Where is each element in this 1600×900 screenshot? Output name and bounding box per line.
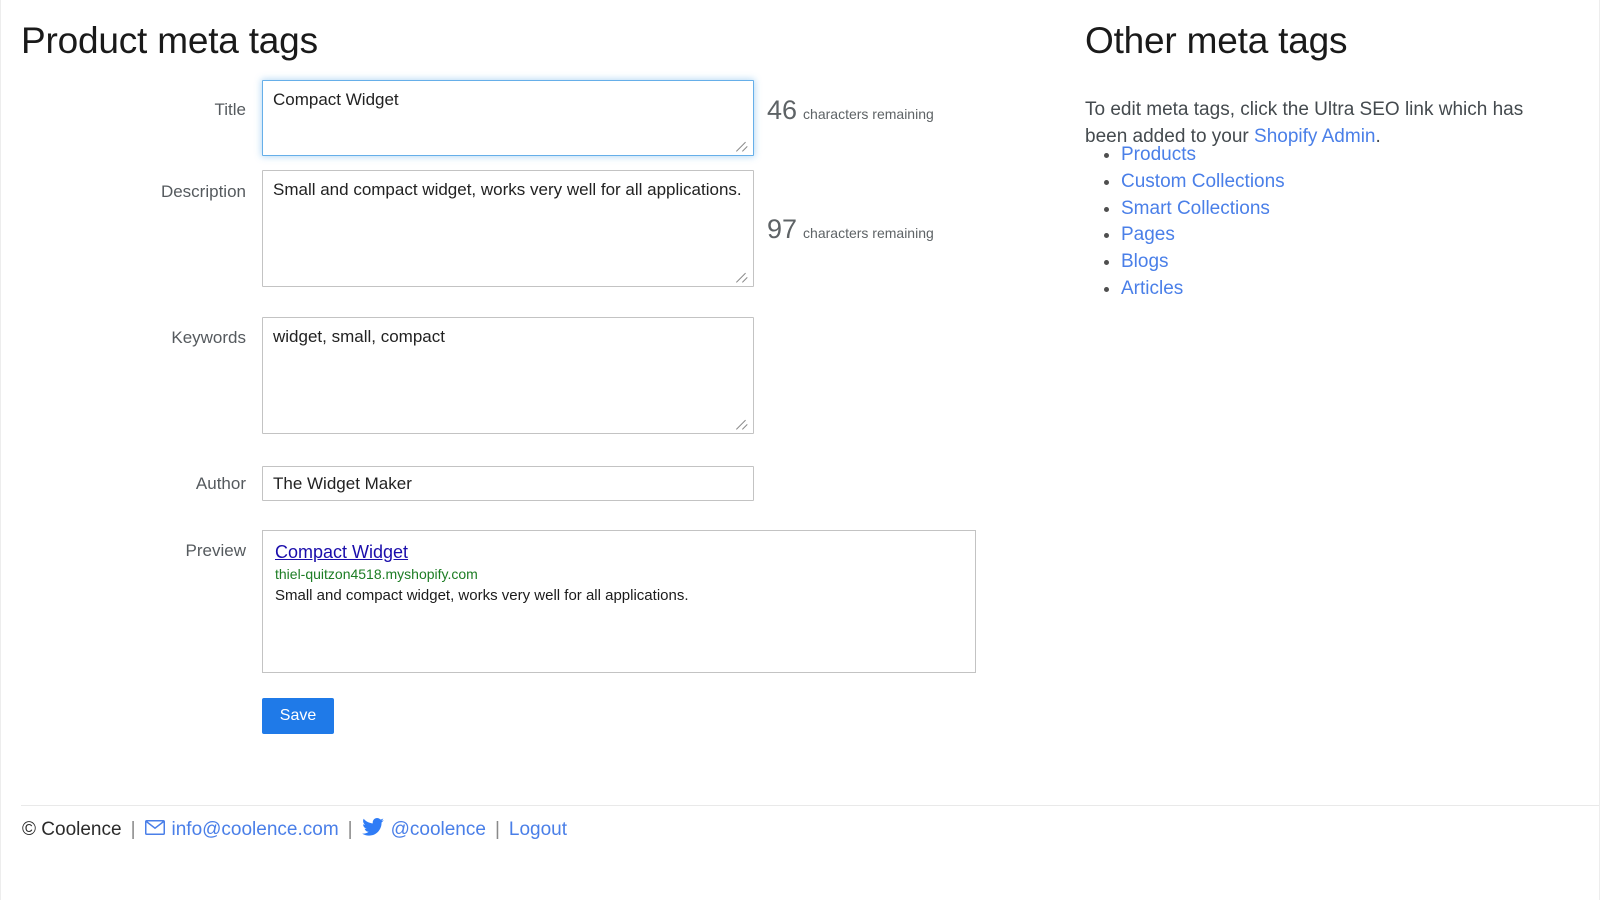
link-products[interactable]: Products [1121,144,1196,165]
email-link[interactable]: info@coolence.com [172,819,339,841]
preview-description: Small and compact widget, works very wel… [275,585,963,607]
title-counter-label: characters remaining [803,106,934,122]
link-smart-collections[interactable]: Smart Collections [1121,198,1270,219]
keywords-label: Keywords [1,328,246,348]
author-input[interactable] [262,466,754,501]
list-item: Pages [1121,222,1285,249]
page-title: Product meta tags [21,22,318,59]
title-input[interactable] [262,80,754,156]
title-label: Title [1,100,246,120]
other-meta-tags-title: Other meta tags [1085,22,1347,59]
description-counter-label: characters remaining [803,225,934,241]
intro-text-after: . [1376,126,1381,147]
author-label: Author [1,474,246,494]
product-meta-tags-panel: Product meta tags Title 46 characters rem… [1,0,1061,780]
meta-links-list: Products Custom Collections Smart Collec… [1085,142,1285,303]
preview-url: thiel-quitzon4518.myshopify.com [275,564,963,584]
title-character-counter: 46 characters remaining [767,95,934,126]
link-blogs[interactable]: Blogs [1121,251,1169,272]
app-page: Product meta tags Title 46 characters rem… [0,0,1600,900]
list-item: Products [1121,142,1285,169]
footer-separator: | [131,819,136,841]
save-button[interactable]: Save [262,698,334,734]
footer-separator: | [348,819,353,841]
footer-separator: | [495,819,500,841]
twitter-bird-icon [362,818,384,842]
footer-twitter[interactable]: @coolence [362,818,486,842]
link-articles[interactable]: Articles [1121,278,1183,299]
preview-label: Preview [1,541,246,561]
description-input[interactable] [262,170,754,287]
list-item: Articles [1121,276,1285,303]
preview-title-link[interactable]: Compact Widget [275,541,408,564]
list-item: Blogs [1121,249,1285,276]
description-counter-number: 97 [767,214,797,244]
link-custom-collections[interactable]: Custom Collections [1121,171,1285,192]
list-item: Smart Collections [1121,196,1285,223]
envelope-icon [145,819,165,841]
description-character-counter: 97 characters remaining [767,214,934,245]
footer-email[interactable]: info@coolence.com [145,819,339,841]
footer-divider [21,805,1599,806]
link-pages[interactable]: Pages [1121,224,1175,245]
description-label: Description [1,182,246,202]
list-item: Custom Collections [1121,169,1285,196]
title-counter-number: 46 [767,95,797,125]
keywords-input[interactable] [262,317,754,434]
copyright-text: © Coolence [22,819,122,841]
serp-preview-box: Compact Widget thiel-quitzon4518.myshopi… [262,530,976,673]
twitter-link[interactable]: @coolence [391,819,486,841]
logout-link[interactable]: Logout [509,819,567,841]
footer: © Coolence | info@coolence.com | @coolen… [22,818,567,842]
